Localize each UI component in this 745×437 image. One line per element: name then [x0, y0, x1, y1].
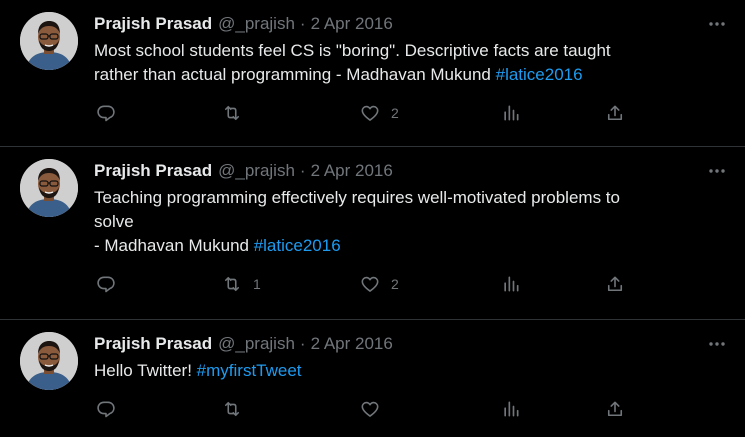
author-handle[interactable]: @_prajish — [218, 160, 295, 182]
retweet-count: 1 — [253, 276, 261, 292]
avatar[interactable] — [20, 12, 78, 70]
tweet-header: Prajish Prasad @_prajish · 2 Apr 2016 — [94, 159, 729, 183]
retweet-icon — [224, 105, 240, 121]
hashtag-link[interactable]: #myfirstTweet — [197, 361, 302, 380]
separator: · — [299, 334, 306, 353]
share-button[interactable] — [605, 399, 625, 419]
tweet[interactable]: Prajish Prasad @_prajish · 2 Apr 2016 He… — [0, 320, 745, 437]
tweet-header: Prajish Prasad @_prajish · 2 Apr 2016 — [94, 332, 729, 356]
like-button[interactable] — [360, 399, 391, 419]
heart-icon — [361, 401, 379, 417]
like-count: 2 — [391, 105, 399, 121]
share-button[interactable] — [605, 274, 625, 294]
tweet[interactable]: Prajish Prasad @_prajish · 2 Apr 2016 Te… — [0, 147, 745, 320]
views-icon — [504, 276, 519, 292]
retweet-button[interactable] — [222, 103, 253, 123]
share-icon — [607, 276, 623, 292]
tweet-feed: Prajish Prasad @_prajish · 2 Apr 2016 Mo… — [0, 0, 745, 437]
tweet-body: Prajish Prasad @_prajish · 2 Apr 2016 Mo… — [94, 12, 729, 146]
author-handle[interactable]: @_prajish — [218, 13, 295, 35]
more-button[interactable] — [707, 161, 727, 181]
tweet-text-line: - Madhavan Mukund — [94, 236, 254, 255]
heart-icon — [361, 105, 379, 121]
like-button[interactable]: 2 — [360, 103, 399, 123]
tweet-body: Prajish Prasad @_prajish · 2 Apr 2016 He… — [94, 332, 729, 437]
tweet-text-line: Hello Twitter! — [94, 361, 197, 380]
retweet-button[interactable]: 1 — [222, 274, 261, 294]
tweet-date[interactable]: 2 Apr 2016 — [311, 160, 393, 182]
reply-icon — [97, 105, 115, 122]
tweet-date[interactable]: 2 Apr 2016 — [311, 333, 393, 355]
tweet-date[interactable]: 2 Apr 2016 — [311, 13, 393, 35]
tweet-header: Prajish Prasad @_prajish · 2 Apr 2016 — [94, 12, 729, 36]
views-icon — [504, 401, 519, 417]
reply-button[interactable] — [96, 399, 127, 419]
author-handle[interactable]: @_prajish — [218, 333, 295, 355]
more-icon — [709, 169, 725, 173]
tweet-text-line: Most school students feel CS is "boring"… — [94, 41, 611, 60]
tweet-actions: 1 2 — [94, 272, 729, 296]
retweet-button[interactable] — [222, 399, 253, 419]
tweet-actions: 2 — [94, 101, 729, 125]
share-button[interactable] — [605, 103, 625, 123]
views-button[interactable] — [501, 399, 521, 419]
views-button[interactable] — [501, 274, 521, 294]
share-icon — [607, 401, 623, 417]
like-count: 2 — [391, 276, 399, 292]
tweet-text: Teaching programming effectively require… — [94, 186, 714, 258]
tweet-text-line: Teaching programming effectively require… — [94, 188, 620, 207]
views-icon — [504, 105, 519, 121]
tweet-text: Most school students feel CS is "boring"… — [94, 39, 714, 87]
heart-icon — [361, 276, 379, 292]
hashtag-link[interactable]: #latice2016 — [496, 65, 583, 84]
more-button[interactable] — [707, 14, 727, 34]
views-button[interactable] — [501, 103, 521, 123]
like-button[interactable]: 2 — [360, 274, 399, 294]
separator: · — [299, 14, 306, 33]
tweet-text-line: rather than actual programming - Madhava… — [94, 65, 496, 84]
author-name[interactable]: Prajish Prasad — [94, 160, 212, 182]
more-icon — [709, 342, 725, 346]
avatar[interactable] — [20, 159, 78, 217]
tweet-text-line: solve — [94, 212, 134, 231]
avatar[interactable] — [20, 332, 78, 390]
reply-icon — [97, 276, 115, 293]
tweet-actions — [94, 397, 729, 421]
author-name[interactable]: Prajish Prasad — [94, 333, 212, 355]
more-icon — [709, 22, 725, 26]
tweet-text: Hello Twitter! #myfirstTweet — [94, 359, 714, 383]
author-name[interactable]: Prajish Prasad — [94, 13, 212, 35]
share-icon — [607, 105, 623, 121]
reply-button[interactable] — [96, 103, 127, 123]
reply-icon — [97, 401, 115, 418]
retweet-icon — [224, 276, 240, 292]
reply-button[interactable] — [96, 274, 127, 294]
tweet-body: Prajish Prasad @_prajish · 2 Apr 2016 Te… — [94, 159, 729, 319]
more-button[interactable] — [707, 334, 727, 354]
hashtag-link[interactable]: #latice2016 — [254, 236, 341, 255]
tweet[interactable]: Prajish Prasad @_prajish · 2 Apr 2016 Mo… — [0, 0, 745, 147]
retweet-icon — [224, 401, 240, 417]
separator: · — [299, 161, 306, 180]
